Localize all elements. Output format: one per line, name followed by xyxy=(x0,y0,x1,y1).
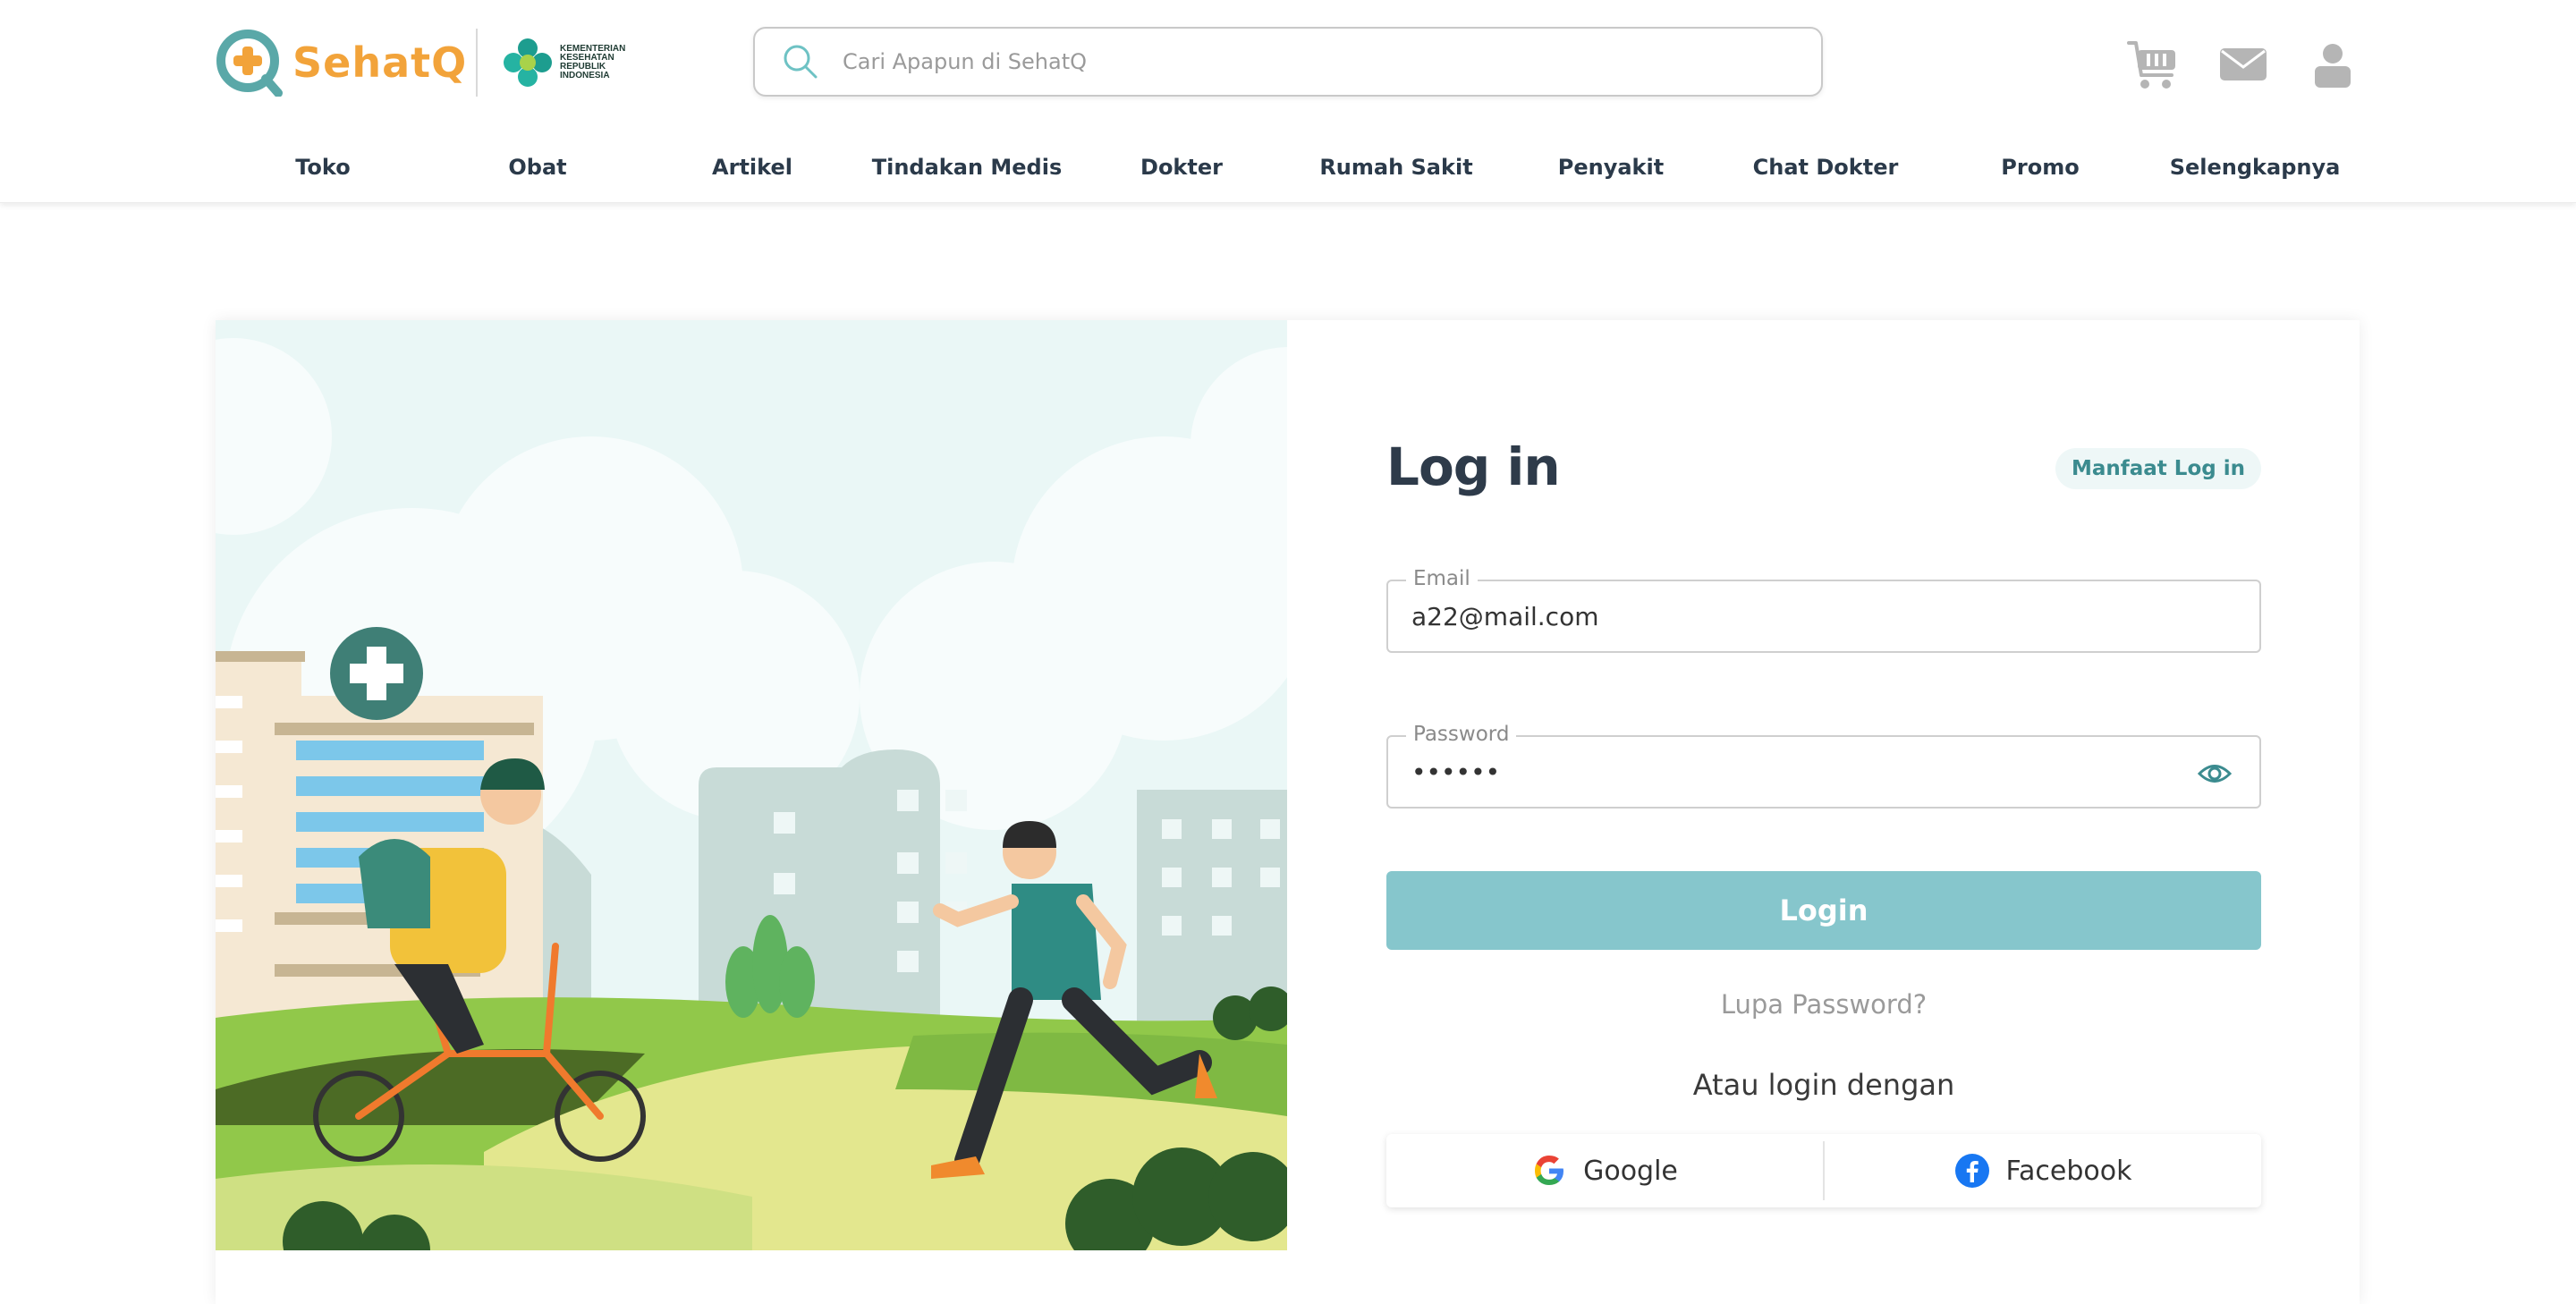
alt-login-label: Atau login dengan xyxy=(1692,1068,1955,1102)
kemenkes-line: INDONESIA xyxy=(560,71,610,80)
nav-item-obat[interactable]: Obat xyxy=(430,134,645,202)
login-card: Log in Manfaat Log in Email Password Log… xyxy=(216,320,2360,1304)
search-icon[interactable] xyxy=(782,43,819,80)
google-label: Google xyxy=(1583,1155,1678,1187)
site-header: SehatQ KEMENTERIAN KESEHATAN REPUBLIK IN… xyxy=(0,0,2576,203)
forgot-password-link[interactable]: Lupa Password? xyxy=(1386,989,2261,1020)
sehatq-logo-icon xyxy=(216,30,283,97)
show-password-icon[interactable] xyxy=(2197,758,2233,789)
password-field[interactable]: Password xyxy=(1386,723,2261,809)
user-icon[interactable] xyxy=(2304,36,2361,93)
facebook-icon xyxy=(1954,1154,1989,1188)
login-title: Log in xyxy=(1386,436,1561,497)
password-input[interactable] xyxy=(1410,757,2182,788)
google-login-button[interactable]: Google xyxy=(1386,1134,1823,1207)
kemenkes-text: KEMENTERIAN KESEHATAN REPUBLIK INDONESIA xyxy=(560,45,640,80)
nav-item-artikel[interactable]: Artikel xyxy=(645,134,860,202)
logo-divider xyxy=(476,29,478,97)
logo-text: SehatQ xyxy=(292,38,468,87)
google-icon xyxy=(1535,1156,1564,1185)
nav-item-selengkapnya[interactable]: Selengkapnya xyxy=(2148,134,2362,202)
password-label: Password xyxy=(1406,723,1517,746)
nav-item-rumah-sakit[interactable]: Rumah Sakit xyxy=(1289,134,1504,202)
email-label: Email xyxy=(1406,567,1478,590)
search-bar[interactable] xyxy=(753,27,1823,97)
cart-icon[interactable] xyxy=(2125,36,2182,93)
kemenkes-logo: KEMENTERIAN KESEHATAN REPUBLIK INDONESIA xyxy=(501,36,640,89)
login-benefit-link[interactable]: Manfaat Log in xyxy=(2055,448,2261,489)
kemenkes-icon xyxy=(504,38,552,87)
nav-item-promo[interactable]: Promo xyxy=(1933,134,2148,202)
search-input[interactable] xyxy=(841,48,1739,75)
sehatq-logo[interactable]: SehatQ xyxy=(216,29,467,97)
social-login-group: Google Facebook xyxy=(1386,1134,2261,1207)
nav-item-chat-dokter[interactable]: Chat Dokter xyxy=(1718,134,1933,202)
email-field[interactable]: Email xyxy=(1386,567,2261,653)
nav-item-dokter[interactable]: Dokter xyxy=(1074,134,1289,202)
main-nav: Toko Obat Artikel Tindakan Medis Dokter … xyxy=(216,134,2362,202)
mail-icon[interactable] xyxy=(2215,36,2272,93)
facebook-login-button[interactable]: Facebook xyxy=(1825,1134,2261,1207)
email-input[interactable] xyxy=(1410,601,2182,632)
login-button[interactable]: Login xyxy=(1386,871,2261,950)
facebook-label: Facebook xyxy=(2005,1155,2132,1187)
login-illustration xyxy=(216,320,1287,1250)
nav-item-penyakit[interactable]: Penyakit xyxy=(1504,134,1718,202)
nav-item-toko[interactable]: Toko xyxy=(216,134,430,202)
nav-item-tindakan-medis[interactable]: Tindakan Medis xyxy=(860,134,1074,202)
